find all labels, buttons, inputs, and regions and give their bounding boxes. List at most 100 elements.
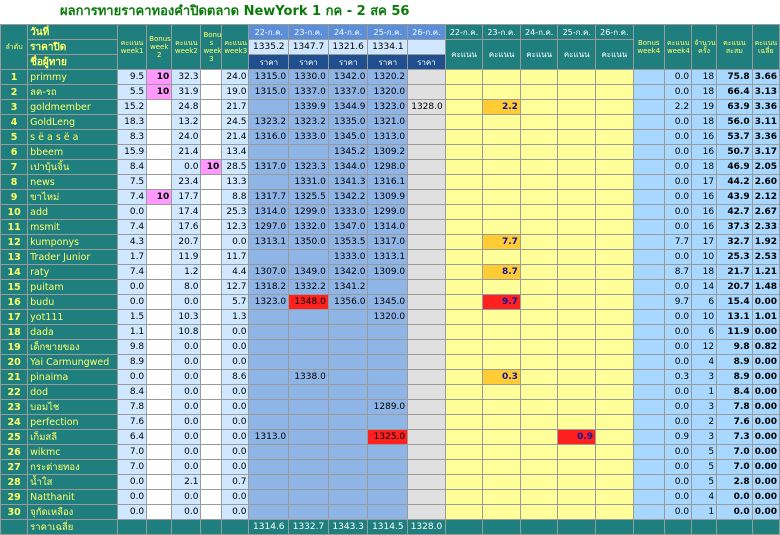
price-guess-2 <box>327 459 369 475</box>
total-score: 75.8 <box>716 69 753 85</box>
bonus-week3 <box>200 264 223 280</box>
day-score-4 <box>595 234 634 250</box>
price-guess-2: 1335.0 <box>327 114 369 130</box>
price-guess-3: 1309.0 <box>367 264 409 280</box>
price-guess-4 <box>407 429 446 445</box>
price-guess-0: 1313.1 <box>248 234 290 250</box>
table-row: 17 yot111 1.5 10.3 1.3 1320.0 0.0 10 13.1 1.01 <box>0 309 780 325</box>
day-score-2 <box>519 249 559 265</box>
score-week3: 1.3 <box>221 309 250 325</box>
price-guess-3: 1299.0 <box>367 204 409 220</box>
day-score-1 <box>482 279 521 295</box>
price-guess-2 <box>327 339 369 355</box>
price-guess-4 <box>407 144 446 160</box>
guess-count: 3 <box>691 369 718 385</box>
score-week4: 0.0 <box>663 129 693 145</box>
price-guess-2 <box>327 399 369 415</box>
day-score-3 <box>557 114 597 130</box>
date-w4-1: 23-ก.ค. <box>288 24 329 40</box>
day-score-1: 2.2 <box>482 99 521 115</box>
price-guess-0 <box>248 339 290 355</box>
day-score-0 <box>444 384 484 400</box>
price-guess-0 <box>248 489 290 505</box>
price-guess-0: 1316.0 <box>248 129 290 145</box>
day-score-1 <box>482 354 521 370</box>
col-score-w1: คะแนน week1 <box>116 24 148 70</box>
day-score-2 <box>519 354 559 370</box>
price-guess-4 <box>407 264 446 280</box>
score-week3: 24.0 <box>221 69 250 85</box>
day-score-4 <box>595 219 634 235</box>
price-guess-2: 1333.0 <box>327 249 369 265</box>
price-guess-4 <box>407 444 446 460</box>
player-name: msmit <box>27 219 118 235</box>
date-w5-4: 26-ก.ค. <box>595 24 634 40</box>
bonus-week4 <box>632 84 665 100</box>
row-index: 24 <box>0 414 29 430</box>
score-week4: 0.0 <box>663 69 693 85</box>
day-score-3 <box>557 174 597 190</box>
row-index: 19 <box>0 339 29 355</box>
score-week1: 15.2 <box>116 99 148 115</box>
price-guess-4 <box>407 294 446 310</box>
price-guess-0 <box>248 414 290 430</box>
player-name: dada <box>27 324 118 340</box>
bonus-week2 <box>146 219 173 235</box>
bonus-week2 <box>146 114 173 130</box>
price-guess-4 <box>407 414 446 430</box>
table-row: 24 perfection 7.6 0.0 0.0 0.0 2 7.6 0.00 <box>0 414 780 430</box>
bonus-week4 <box>632 399 665 415</box>
score-week2: 2.1 <box>171 474 202 490</box>
score-week3: 0.0 <box>221 324 250 340</box>
total-score: 11.9 <box>716 324 753 340</box>
score-week1: 9.8 <box>116 339 148 355</box>
day-score-1 <box>482 459 521 475</box>
total-score: 8.4 <box>716 384 753 400</box>
price-guess-4: 1328.0 <box>407 99 446 115</box>
day-score-4 <box>595 459 634 475</box>
price-guess-2: 1333.0 <box>327 204 369 220</box>
price-guess-0 <box>248 324 290 340</box>
price-guess-1: 1323.3 <box>288 159 329 175</box>
bonus-week2 <box>146 279 173 295</box>
table-row: 9 ขาไหม่ 7.4 10 17.7 8.8 1317.7 1325.5 1342.2 130… <box>0 189 780 205</box>
price-guess-3: 1323.0 <box>367 99 409 115</box>
price-guess-3: 1325.0 <box>367 429 409 445</box>
day-score-0 <box>444 129 484 145</box>
total-score: 15.4 <box>716 294 753 310</box>
row-index: 23 <box>0 399 29 415</box>
score-week4: 0.0 <box>663 189 693 205</box>
price-guess-3: 1345.0 <box>367 294 409 310</box>
score-week3: 8.8 <box>221 189 250 205</box>
score-week1: 7.8 <box>116 399 148 415</box>
score-week1: 1.5 <box>116 309 148 325</box>
price-guess-4 <box>407 219 446 235</box>
score-label-3: คะแนน <box>557 39 597 70</box>
day-score-0 <box>444 264 484 280</box>
day-score-0 <box>444 429 484 445</box>
row-index: 12 <box>0 234 29 250</box>
day-score-1: 8.7 <box>482 264 521 280</box>
bonus-week4 <box>632 69 665 85</box>
player-name: bbeem <box>27 144 118 160</box>
day-score-0 <box>444 219 484 235</box>
close-price-label: ราคาปิด <box>27 39 118 55</box>
day-score-0 <box>444 234 484 250</box>
average-score: 3.11 <box>751 114 780 130</box>
row-index: 11 <box>0 219 29 235</box>
price-guess-1: 1339.9 <box>288 99 329 115</box>
price-guess-3: 1314.0 <box>367 219 409 235</box>
row-index: 1 <box>0 69 29 85</box>
guess-count: 3 <box>691 399 718 415</box>
day-score-4 <box>595 429 634 445</box>
bonus-week3 <box>200 414 223 430</box>
score-week2: 23.4 <box>171 174 202 190</box>
guess-count: 12 <box>691 339 718 355</box>
score-week1: 6.4 <box>116 429 148 445</box>
day-score-4 <box>595 189 634 205</box>
price-guess-0: 1318.2 <box>248 279 290 295</box>
score-week3: 19.0 <box>221 84 250 100</box>
bonus-week2 <box>146 309 173 325</box>
player-name: yot111 <box>27 309 118 325</box>
col-bonus-w2: Bonus week 2 <box>146 24 173 70</box>
